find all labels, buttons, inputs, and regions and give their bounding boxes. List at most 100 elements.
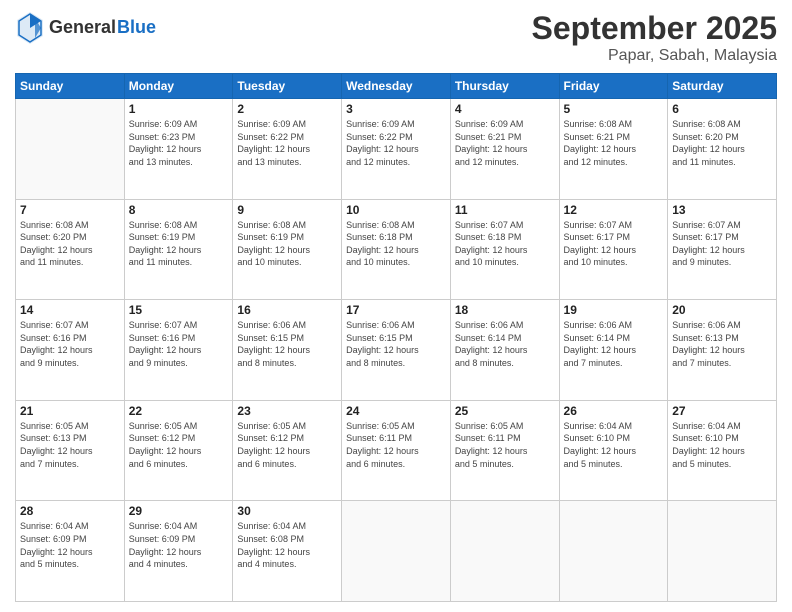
calendar-cell: 22 Sunrise: 6:05 AM Sunset: 6:12 PM Dayli… [124,400,233,501]
calendar-cell: 14Sunrise: 6:07 AM Sunset: 6:16 PM Dayli… [16,300,125,401]
cell-info: Sunrise: 6:07 AM Sunset: 6:16 PM Dayligh… [129,319,229,369]
calendar-week-row: 7Sunrise: 6:08 AM Sunset: 6:20 PM Daylig… [16,199,777,300]
calendar-cell: 10 Sunrise: 6:08 AM Sunset: 6:18 PM Dayli… [342,199,451,300]
calendar-cell: 6 Sunrise: 6:08 AM Sunset: 6:20 PM Daylig… [668,99,777,200]
day-number: 17 [346,303,446,317]
calendar-cell: 29 Sunrise: 6:04 AM Sunset: 6:09 PM Dayli… [124,501,233,602]
weekday-header-sunday: Sunday [16,74,125,99]
calendar-cell: 4Sunrise: 6:09 AM Sunset: 6:21 PM Daylig… [450,99,559,200]
weekday-header-row: SundayMondayTuesdayWednesdayThursdayFrid… [16,74,777,99]
cell-info: Sunrise: 6:05 AM Sunset: 6:12 PM Dayligh… [129,420,229,470]
day-number: 2 [237,102,337,116]
day-number: 9 [237,203,337,217]
logo-icon [15,10,45,46]
day-number: 1 [129,102,229,116]
day-number: 4 [455,102,555,116]
calendar-cell: 15Sunrise: 6:07 AM Sunset: 6:16 PM Dayli… [124,300,233,401]
cell-info: Sunrise: 6:06 AM Sunset: 6:13 PM Dayligh… [672,319,772,369]
cell-info: Sunrise: 6:07 AM Sunset: 6:18 PM Dayligh… [455,219,555,269]
cell-info: Sunrise: 6:04 AM Sunset: 6:09 PM Dayligh… [129,520,229,570]
day-number: 18 [455,303,555,317]
weekday-header-wednesday: Wednesday [342,74,451,99]
calendar-cell: 12 Sunrise: 6:07 AM Sunset: 6:17 PM Dayli… [559,199,668,300]
calendar-cell: 25 Sunrise: 6:05 AM Sunset: 6:11 PM Dayli… [450,400,559,501]
cell-info: Sunrise: 6:08 AM Sunset: 6:20 PM Dayligh… [672,118,772,168]
day-number: 30 [237,504,337,518]
calendar-cell: 16 Sunrise: 6:06 AM Sunset: 6:15 PM Dayli… [233,300,342,401]
cell-info: Sunrise: 6:05 AM Sunset: 6:12 PM Dayligh… [237,420,337,470]
logo-text-block: General Blue [49,18,156,38]
calendar-cell: 13 Sunrise: 6:07 AM Sunset: 6:17 PM Dayli… [668,199,777,300]
cell-info: Sunrise: 6:04 AM Sunset: 6:08 PM Dayligh… [237,520,337,570]
cell-info: Sunrise: 6:05 AM Sunset: 6:13 PM Dayligh… [20,420,120,470]
day-number: 11 [455,203,555,217]
calendar-cell [342,501,451,602]
calendar-cell: 5 Sunrise: 6:08 AM Sunset: 6:21 PM Daylig… [559,99,668,200]
calendar-week-row: 14Sunrise: 6:07 AM Sunset: 6:16 PM Dayli… [16,300,777,401]
cell-info: Sunrise: 6:07 AM Sunset: 6:17 PM Dayligh… [564,219,664,269]
weekday-header-thursday: Thursday [450,74,559,99]
day-number: 3 [346,102,446,116]
calendar-week-row: 28 Sunrise: 6:04 AM Sunset: 6:09 PM Dayli… [16,501,777,602]
weekday-header-saturday: Saturday [668,74,777,99]
weekday-header-friday: Friday [559,74,668,99]
calendar-cell: 11 Sunrise: 6:07 AM Sunset: 6:18 PM Dayli… [450,199,559,300]
calendar-cell: 1Sunrise: 6:09 AM Sunset: 6:23 PM Daylig… [124,99,233,200]
day-number: 23 [237,404,337,418]
calendar-cell: 19Sunrise: 6:06 AM Sunset: 6:14 PM Dayli… [559,300,668,401]
cell-info: Sunrise: 6:08 AM Sunset: 6:21 PM Dayligh… [564,118,664,168]
day-number: 12 [564,203,664,217]
calendar-cell: 20 Sunrise: 6:06 AM Sunset: 6:13 PM Dayli… [668,300,777,401]
cell-info: Sunrise: 6:06 AM Sunset: 6:15 PM Dayligh… [237,319,337,369]
page-header: General Blue September 2025 Papar, Sabah… [15,10,777,65]
weekday-header-monday: Monday [124,74,233,99]
day-number: 10 [346,203,446,217]
cell-info: Sunrise: 6:07 AM Sunset: 6:17 PM Dayligh… [672,219,772,269]
day-number: 5 [564,102,664,116]
title-block: September 2025 Papar, Sabah, Malaysia [532,10,777,65]
calendar-cell: 24Sunrise: 6:05 AM Sunset: 6:11 PM Dayli… [342,400,451,501]
cell-info: Sunrise: 6:04 AM Sunset: 6:10 PM Dayligh… [672,420,772,470]
cell-info: Sunrise: 6:05 AM Sunset: 6:11 PM Dayligh… [346,420,446,470]
day-number: 8 [129,203,229,217]
cell-info: Sunrise: 6:05 AM Sunset: 6:11 PM Dayligh… [455,420,555,470]
day-number: 26 [564,404,664,418]
cell-info: Sunrise: 6:09 AM Sunset: 6:22 PM Dayligh… [346,118,446,168]
calendar-cell [16,99,125,200]
day-number: 29 [129,504,229,518]
calendar-cell: 7Sunrise: 6:08 AM Sunset: 6:20 PM Daylig… [16,199,125,300]
cell-info: Sunrise: 6:06 AM Sunset: 6:14 PM Dayligh… [455,319,555,369]
day-number: 27 [672,404,772,418]
calendar-table: SundayMondayTuesdayWednesdayThursdayFrid… [15,73,777,602]
calendar-week-row: 21 Sunrise: 6:05 AM Sunset: 6:13 PM Dayli… [16,400,777,501]
cell-info: Sunrise: 6:08 AM Sunset: 6:18 PM Dayligh… [346,219,446,269]
calendar-cell: 27 Sunrise: 6:04 AM Sunset: 6:10 PM Dayli… [668,400,777,501]
day-number: 22 [129,404,229,418]
cell-info: Sunrise: 6:04 AM Sunset: 6:10 PM Dayligh… [564,420,664,470]
day-number: 28 [20,504,120,518]
weekday-header-tuesday: Tuesday [233,74,342,99]
cell-info: Sunrise: 6:06 AM Sunset: 6:15 PM Dayligh… [346,319,446,369]
calendar-cell [450,501,559,602]
day-number: 6 [672,102,772,116]
calendar-cell: 26 Sunrise: 6:04 AM Sunset: 6:10 PM Dayli… [559,400,668,501]
calendar-cell [668,501,777,602]
calendar-cell: 21 Sunrise: 6:05 AM Sunset: 6:13 PM Dayli… [16,400,125,501]
location-title: Papar, Sabah, Malaysia [532,47,777,65]
calendar-cell: 17 Sunrise: 6:06 AM Sunset: 6:15 PM Dayli… [342,300,451,401]
calendar-cell: 28Sunrise: 6:04 AM Sunset: 6:09 PM Dayli… [16,501,125,602]
cell-info: Sunrise: 6:08 AM Sunset: 6:19 PM Dayligh… [237,219,337,269]
day-number: 20 [672,303,772,317]
calendar-cell: 30 Sunrise: 6:04 AM Sunset: 6:08 PM Dayli… [233,501,342,602]
cell-info: Sunrise: 6:07 AM Sunset: 6:16 PM Dayligh… [20,319,120,369]
day-number: 21 [20,404,120,418]
calendar-cell: 2Sunrise: 6:09 AM Sunset: 6:22 PM Daylig… [233,99,342,200]
day-number: 16 [237,303,337,317]
day-number: 13 [672,203,772,217]
calendar-week-row: 1Sunrise: 6:09 AM Sunset: 6:23 PM Daylig… [16,99,777,200]
day-number: 25 [455,404,555,418]
calendar-cell [559,501,668,602]
month-title: September 2025 [532,10,777,47]
cell-info: Sunrise: 6:08 AM Sunset: 6:19 PM Dayligh… [129,219,229,269]
day-number: 19 [564,303,664,317]
